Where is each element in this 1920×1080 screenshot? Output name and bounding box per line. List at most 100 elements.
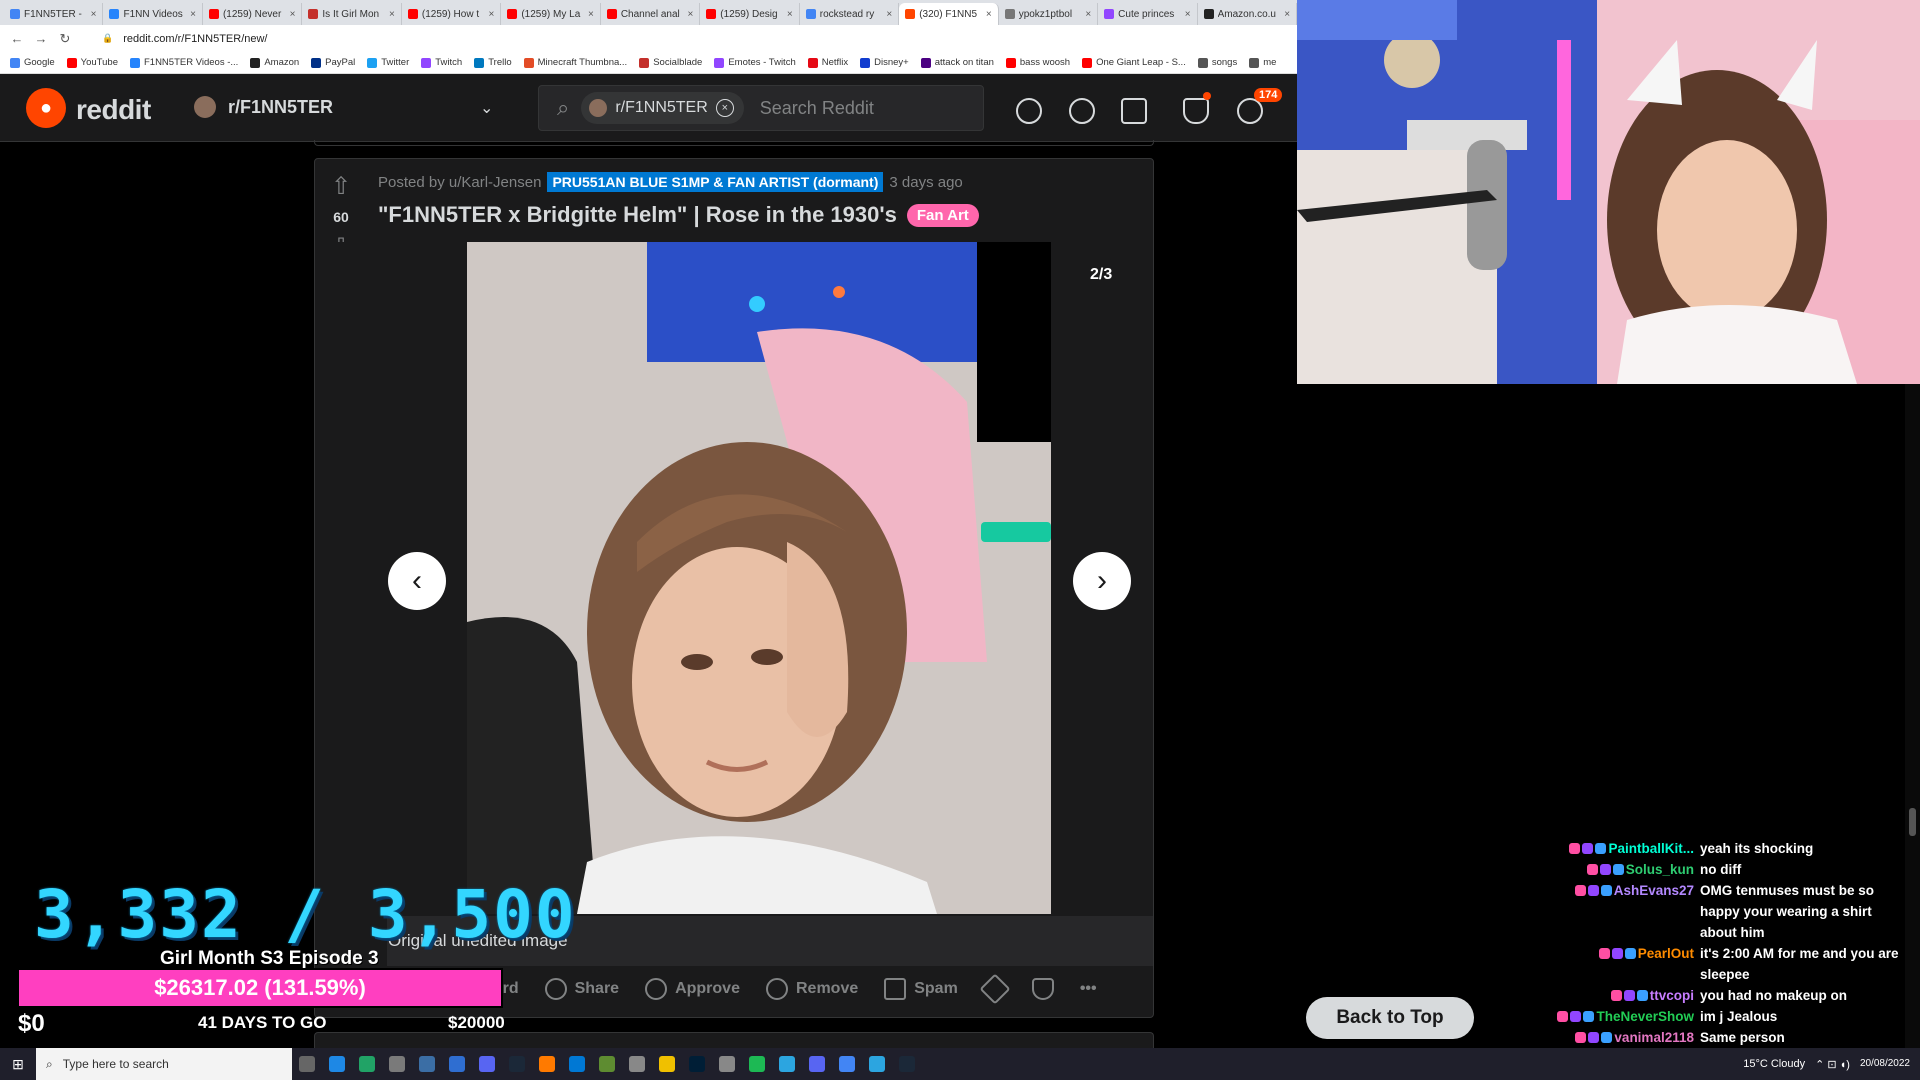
close-icon[interactable]: × (886, 9, 892, 20)
more-button[interactable]: ••• (1080, 980, 1097, 998)
search-scope-chip[interactable]: r/F1NN5TER × (581, 92, 744, 124)
taskbar-search-input[interactable]: Type here to search (63, 1057, 169, 1071)
search-bar[interactable]: ⌕ r/F1NN5TER × Search Reddit (538, 85, 984, 131)
subreddit-selector[interactable]: r/F1NN5TER (194, 96, 333, 118)
close-icon[interactable]: × (290, 9, 296, 20)
close-icon[interactable]: × (91, 9, 97, 20)
shield-button[interactable] (1031, 978, 1054, 1000)
chat-username[interactable]: AshEvans27 (1540, 880, 1700, 901)
taskbar-app-icon[interactable] (862, 1048, 892, 1080)
close-icon[interactable]: × (489, 9, 495, 20)
reddit-wordmark[interactable]: reddit (76, 94, 151, 126)
bookmark-item[interactable]: Socialblade (639, 57, 702, 68)
tag-button[interactable] (979, 973, 1011, 1005)
taskbar-app-icon[interactable] (502, 1048, 532, 1080)
browser-tab[interactable]: ypokz1ptbol × (999, 3, 1099, 25)
browser-tab[interactable]: F1NN5TER - × (4, 3, 104, 25)
taskbar-app-icon[interactable] (892, 1048, 922, 1080)
windows-start-icon[interactable]: ⊞ (0, 1048, 36, 1080)
bookmark-item[interactable]: F1NN5TER Videos -... (129, 57, 238, 68)
bookmark-item[interactable]: Twitch (421, 57, 462, 68)
close-icon[interactable]: × (588, 9, 594, 20)
chat-username[interactable]: PearlOut (1540, 943, 1700, 964)
remove-button[interactable]: Remove (765, 978, 858, 1000)
taskbar-app-icon[interactable] (352, 1048, 382, 1080)
clock[interactable]: 20/08/2022 (1860, 1058, 1910, 1070)
taskbar-app-icon[interactable] (322, 1048, 352, 1080)
bookmark-item[interactable]: Netflix (807, 57, 848, 68)
post-time[interactable]: 3 days ago (889, 174, 962, 191)
close-icon[interactable]: × (389, 9, 395, 20)
taskbar-app-icon[interactable] (832, 1048, 862, 1080)
back-icon[interactable]: ← (10, 31, 24, 46)
browser-tab[interactable]: (320) F1NN5 × (899, 3, 999, 25)
browser-tab[interactable]: Channel anal × (601, 3, 701, 25)
taskbar-app-icon[interactable] (562, 1048, 592, 1080)
chevron-down-icon[interactable]: ⌄ (480, 98, 493, 118)
gallery-image[interactable] (467, 242, 1051, 914)
upvote-icon[interactable]: ⇧ (331, 172, 351, 201)
back-to-top-button[interactable]: Back to Top (1306, 997, 1474, 1039)
share-button[interactable]: Share (544, 978, 619, 1000)
all-icon[interactable] (1069, 98, 1095, 124)
browser-tab[interactable]: (1259) My La × (501, 3, 601, 25)
reload-icon[interactable]: ↻ (58, 31, 72, 47)
lock-icon[interactable]: 🔒 (102, 33, 113, 44)
reddit-logo-icon[interactable]: ● (26, 88, 66, 128)
bookmark-item[interactable]: bass woosh (1005, 57, 1070, 68)
taskbar-app-icon[interactable] (652, 1048, 682, 1080)
chat-username[interactable]: ttvcopi (1540, 985, 1700, 1006)
page-scrollbar[interactable] (1905, 384, 1920, 1048)
chat-username[interactable]: vanimal2118 (1540, 1027, 1700, 1048)
browser-tab[interactable]: Amazon.co.u × (1198, 3, 1298, 25)
bookmark-item[interactable]: Emotes - Twitch (714, 57, 796, 68)
taskbar-app-icon[interactable] (772, 1048, 802, 1080)
taskbar-app-icon[interactable] (442, 1048, 472, 1080)
chat-username[interactable]: TheNeverShow (1540, 1006, 1700, 1027)
bookmark-item[interactable]: YouTube (66, 57, 118, 68)
close-icon[interactable]: × (986, 9, 992, 20)
taskbar-app-icon[interactable] (742, 1048, 772, 1080)
scrollbar-thumb[interactable] (1909, 808, 1916, 836)
bookmark-item[interactable]: PayPal (311, 57, 355, 68)
post-title[interactable]: "F1NN5TER x Bridgitte Helm" | Rose in th… (378, 202, 897, 228)
url-field[interactable]: reddit.com/r/F1NN5TER/new/ (123, 33, 267, 45)
mod-shield-icon[interactable] (1183, 98, 1209, 124)
taskbar-app-icon[interactable] (472, 1048, 502, 1080)
taskbar-app-icon[interactable] (382, 1048, 412, 1080)
taskbar-app-icon[interactable] (802, 1048, 832, 1080)
browser-tab[interactable]: (1259) Never × (203, 3, 303, 25)
browser-tab[interactable]: (1259) How t × (402, 3, 502, 25)
bookmark-item[interactable]: Twitter (367, 57, 409, 68)
taskbar-app-icon[interactable] (532, 1048, 562, 1080)
close-icon[interactable]: × (1185, 9, 1191, 20)
close-icon[interactable]: × (687, 9, 693, 20)
tray-icons[interactable]: ⌃ ⊡ ◖) (1815, 1058, 1850, 1071)
search-input[interactable]: Search Reddit (760, 98, 874, 119)
taskbar-search[interactable]: ⌕ Type here to search (36, 1048, 292, 1080)
gallery-next-button[interactable]: › (1073, 552, 1131, 610)
bookmark-item[interactable]: Trello (474, 57, 512, 68)
browser-tab[interactable]: rockstead ry × (800, 3, 900, 25)
bookmark-item[interactable]: songs (1197, 57, 1237, 68)
approve-button[interactable]: Approve (645, 978, 740, 1000)
forward-icon[interactable]: → (34, 31, 48, 46)
popular-icon[interactable] (1016, 98, 1042, 124)
taskbar-app-icon[interactable] (292, 1048, 322, 1080)
taskbar-app-icon[interactable] (622, 1048, 652, 1080)
bookmark-item[interactable]: Google (10, 57, 55, 68)
weather-widget[interactable]: 15°C Cloudy (1743, 1058, 1805, 1070)
live-icon[interactable] (1121, 98, 1147, 124)
browser-tab[interactable]: F1NN Videos × (103, 3, 203, 25)
post-author[interactable]: Posted by u/Karl-Jensen (378, 174, 541, 191)
close-icon[interactable]: × (190, 9, 196, 20)
gallery-prev-button[interactable]: ‹ (388, 552, 446, 610)
bookmark-item[interactable]: One Giant Leap - S... (1082, 57, 1186, 68)
browser-tab[interactable]: (1259) Desig × (700, 3, 800, 25)
bookmark-item[interactable]: me (1249, 57, 1276, 68)
bookmark-item[interactable]: Minecraft Thumbna... (523, 57, 627, 68)
post-flair[interactable]: Fan Art (906, 203, 979, 227)
browser-tab[interactable]: Is It Girl Mon × (302, 3, 402, 25)
close-icon[interactable]: × (1085, 9, 1091, 20)
taskbar-app-icon[interactable] (682, 1048, 712, 1080)
